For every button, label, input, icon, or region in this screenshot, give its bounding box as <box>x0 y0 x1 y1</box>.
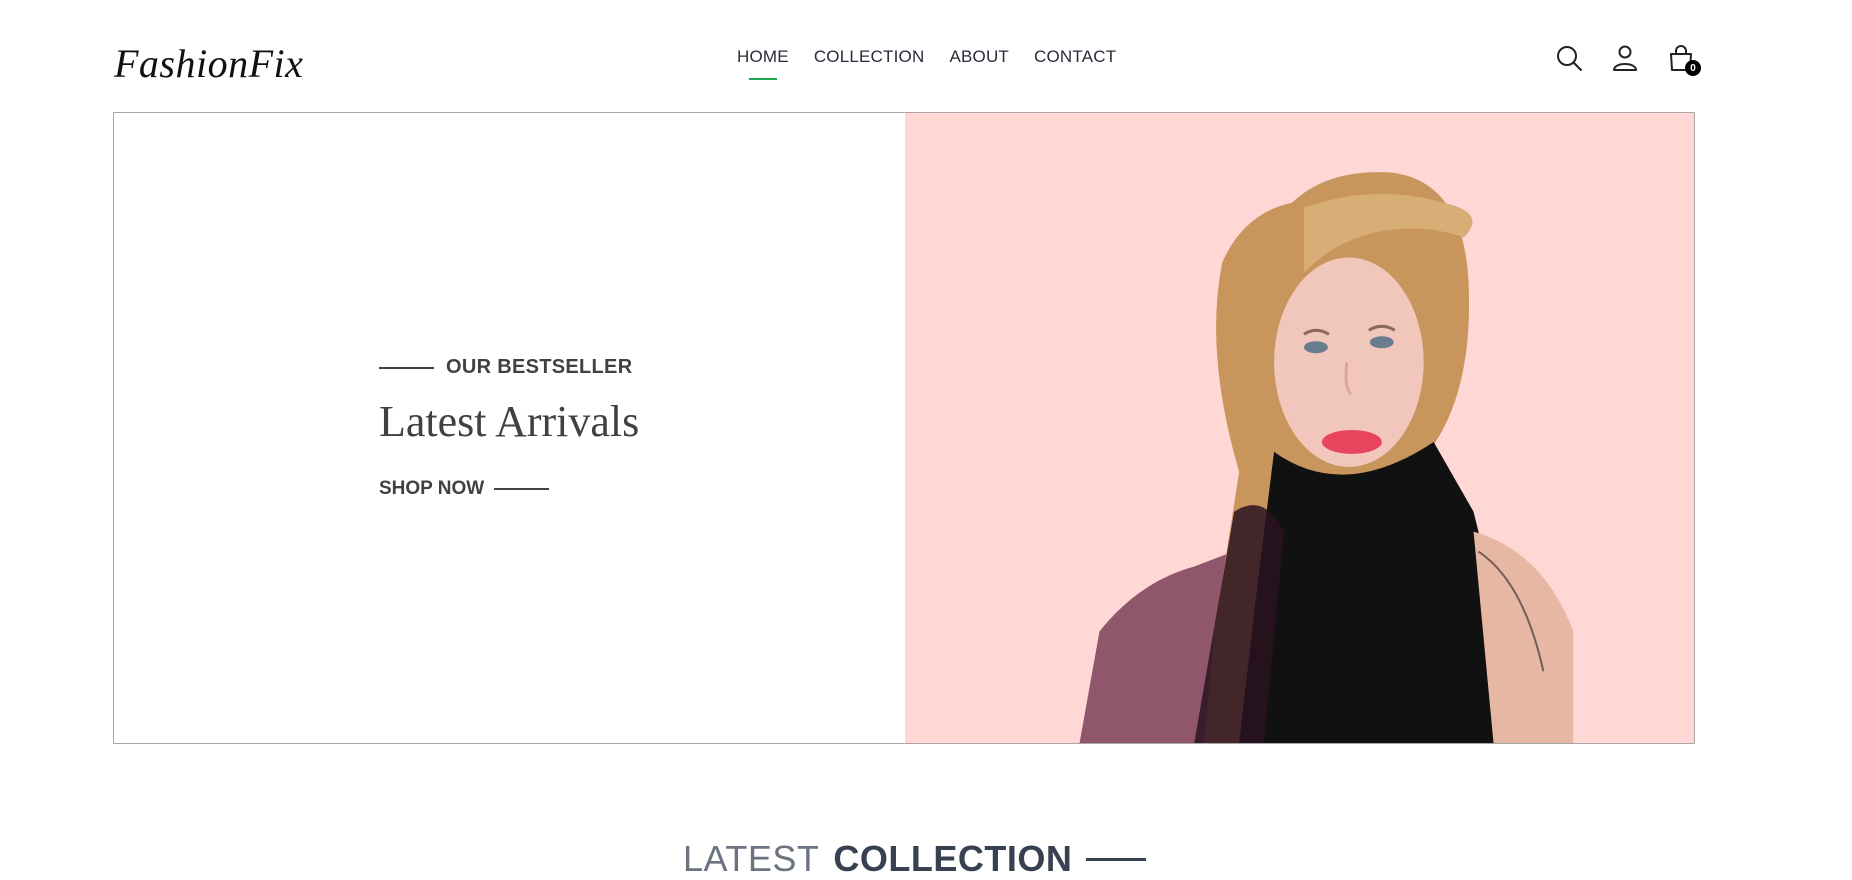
shopping-bag-icon[interactable]: 0 <box>1667 44 1701 76</box>
hero-title: Latest Arrivals <box>379 397 640 446</box>
latest-collection-heading: LATEST COLLECTION <box>683 838 1147 880</box>
hero-eyebrow: OUR BESTSELLER <box>379 356 632 379</box>
header-icons: 0 <box>1555 44 1701 76</box>
heading-line <box>1086 857 1147 861</box>
heading-bold-text: COLLECTION <box>833 838 1073 879</box>
nav-collection[interactable]: COLLECTION <box>814 47 925 67</box>
eyebrow-text: OUR BESTSELLER <box>446 356 633 378</box>
nav-home[interactable]: HOME <box>737 47 789 80</box>
hero-banner: OUR BESTSELLER Latest Arrivals SHOP NOW <box>113 112 1695 744</box>
heading-light-text: LATEST <box>683 838 820 879</box>
cart-count-badge: 0 <box>1685 60 1701 76</box>
shop-now-line <box>494 488 550 490</box>
model-portrait-image <box>905 113 1694 743</box>
hero-image-panel <box>905 113 1694 743</box>
search-icon[interactable] <box>1555 44 1583 72</box>
brand-logo[interactable]: FashionFix <box>114 40 303 87</box>
shop-now-label[interactable]: SHOP NOW <box>379 478 484 500</box>
nav-contact[interactable]: CONTACT <box>1034 47 1116 67</box>
eyebrow-line <box>379 366 434 369</box>
nav-about[interactable]: ABOUT <box>949 47 1009 67</box>
hero-text-panel: OUR BESTSELLER Latest Arrivals SHOP NOW <box>114 113 905 743</box>
main-nav: HOME COLLECTION ABOUT CONTACT <box>737 47 1116 80</box>
shop-now-link[interactable]: SHOP NOW <box>379 478 550 500</box>
user-icon[interactable] <box>1611 44 1639 72</box>
